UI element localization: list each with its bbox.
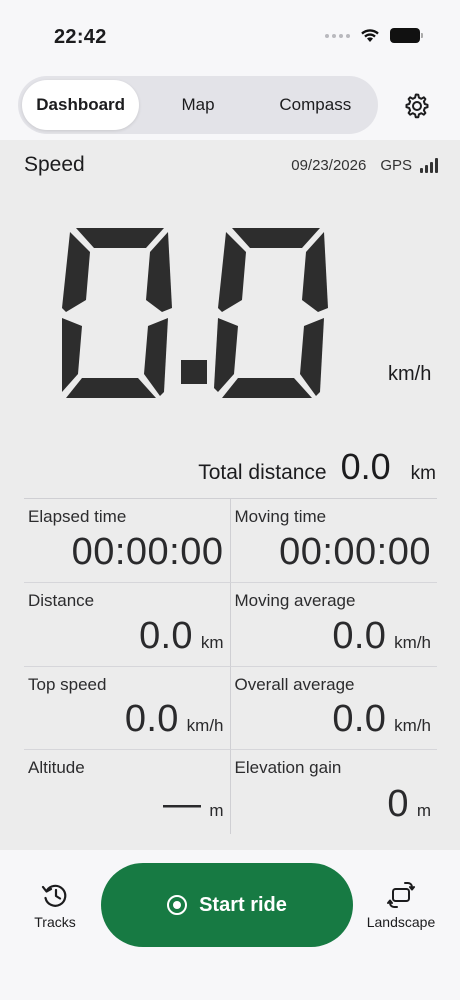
- stats-grid: Elapsed time 00:00:00 Moving time 00:00:…: [24, 498, 437, 834]
- stat-label: Distance: [28, 590, 95, 610]
- bottom-toolbar: Tracks Start ride Landscape: [0, 850, 460, 960]
- total-distance-value: 0.0: [340, 446, 391, 487]
- start-ride-button[interactable]: Start ride: [101, 863, 353, 947]
- view-segmented-control: Dashboard Map Compass: [18, 76, 378, 134]
- stat-unit: km/h: [186, 716, 224, 736]
- stat-value: 0.0: [332, 614, 387, 657]
- wifi-icon: [361, 29, 379, 42]
- status-icons: [325, 28, 423, 43]
- history-icon: [41, 884, 67, 907]
- stat-value: 00:00:00: [71, 530, 224, 573]
- landscape-label: Landscape: [366, 914, 436, 930]
- stat-moving-time: Moving time 00:00:00: [230, 499, 437, 583]
- rotate-screen-icon: [387, 882, 415, 908]
- lcd-digit-1: [62, 228, 172, 398]
- record-icon: [167, 895, 188, 915]
- stat-value: —: [163, 783, 202, 825]
- speed-unit: km/h: [388, 363, 432, 385]
- tracks-button[interactable]: Tracks: [22, 880, 88, 930]
- stat-elevation-gain: Elevation gain 0 m: [231, 750, 438, 834]
- total-distance-unit: km: [410, 463, 436, 484]
- stat-label: Moving time: [234, 507, 327, 526]
- stat-top-speed: Top speed 0.0 km/h: [24, 666, 231, 751]
- gear-icon: [405, 93, 429, 119]
- date-label: 09/23/2026: [291, 157, 367, 174]
- panel-header-info: 09/23/2026 GPS: [291, 157, 438, 174]
- stat-value: 00:00:00: [279, 530, 431, 573]
- speed-title: Speed: [24, 153, 85, 176]
- tracks-label: Tracks: [34, 914, 76, 930]
- stat-unit: m: [209, 801, 224, 820]
- speed-panel: Speed 09/23/2026 GPS km/h Total distance…: [0, 140, 460, 850]
- total-distance-label: Total distance: [198, 461, 327, 484]
- total-distance-row: Total distance 0.0 km: [198, 446, 436, 488]
- gps-label: GPS: [380, 157, 412, 174]
- stat-unit: km: [200, 632, 224, 652]
- gps-status: GPS: [380, 157, 438, 174]
- top-navigation: Dashboard Map Compass: [0, 70, 460, 140]
- stat-value: 0.0: [139, 614, 193, 657]
- stat-unit: km/h: [394, 632, 431, 652]
- stat-elapsed-time: Elapsed time 00:00:00: [24, 499, 231, 583]
- status-time: 22:42: [54, 26, 107, 48]
- stat-label: Elapsed time: [28, 507, 127, 526]
- tab-compass[interactable]: Compass: [257, 80, 374, 130]
- battery-icon: [390, 28, 423, 43]
- home-indicator-area: [0, 960, 460, 1000]
- tab-dashboard[interactable]: Dashboard: [22, 80, 140, 130]
- stat-altitude: Altitude — m: [24, 750, 231, 834]
- lcd-digit-2: [214, 228, 328, 398]
- stat-value: 0.0: [124, 698, 179, 741]
- stat-label: Top speed: [28, 674, 107, 694]
- stat-distance: Distance 0.0 km: [24, 582, 231, 667]
- settings-button[interactable]: [402, 91, 430, 119]
- stat-moving-average: Moving average 0.0 km/h: [230, 583, 437, 667]
- stat-label: Altitude: [28, 758, 85, 778]
- lcd-decimal-point: [181, 360, 207, 384]
- stat-overall-average: Overall average 0.0 km/h: [230, 667, 437, 751]
- stat-label: Moving average: [234, 590, 356, 610]
- stat-unit: m: [416, 801, 431, 820]
- cellular-dots-icon: [325, 33, 350, 38]
- gps-signal-icon: [420, 158, 438, 173]
- stat-unit: km/h: [394, 716, 431, 736]
- stat-value: 0: [387, 783, 409, 825]
- stat-label: Overall average: [234, 674, 355, 694]
- status-bar: 22:42: [0, 0, 460, 70]
- landscape-button[interactable]: Landscape: [362, 880, 440, 930]
- stat-value: 0.0: [332, 698, 387, 741]
- stat-label: Elevation gain: [234, 758, 342, 778]
- speed-lcd-display: [62, 228, 328, 398]
- tab-map[interactable]: Map: [139, 80, 256, 130]
- start-ride-label: Start ride: [199, 893, 287, 916]
